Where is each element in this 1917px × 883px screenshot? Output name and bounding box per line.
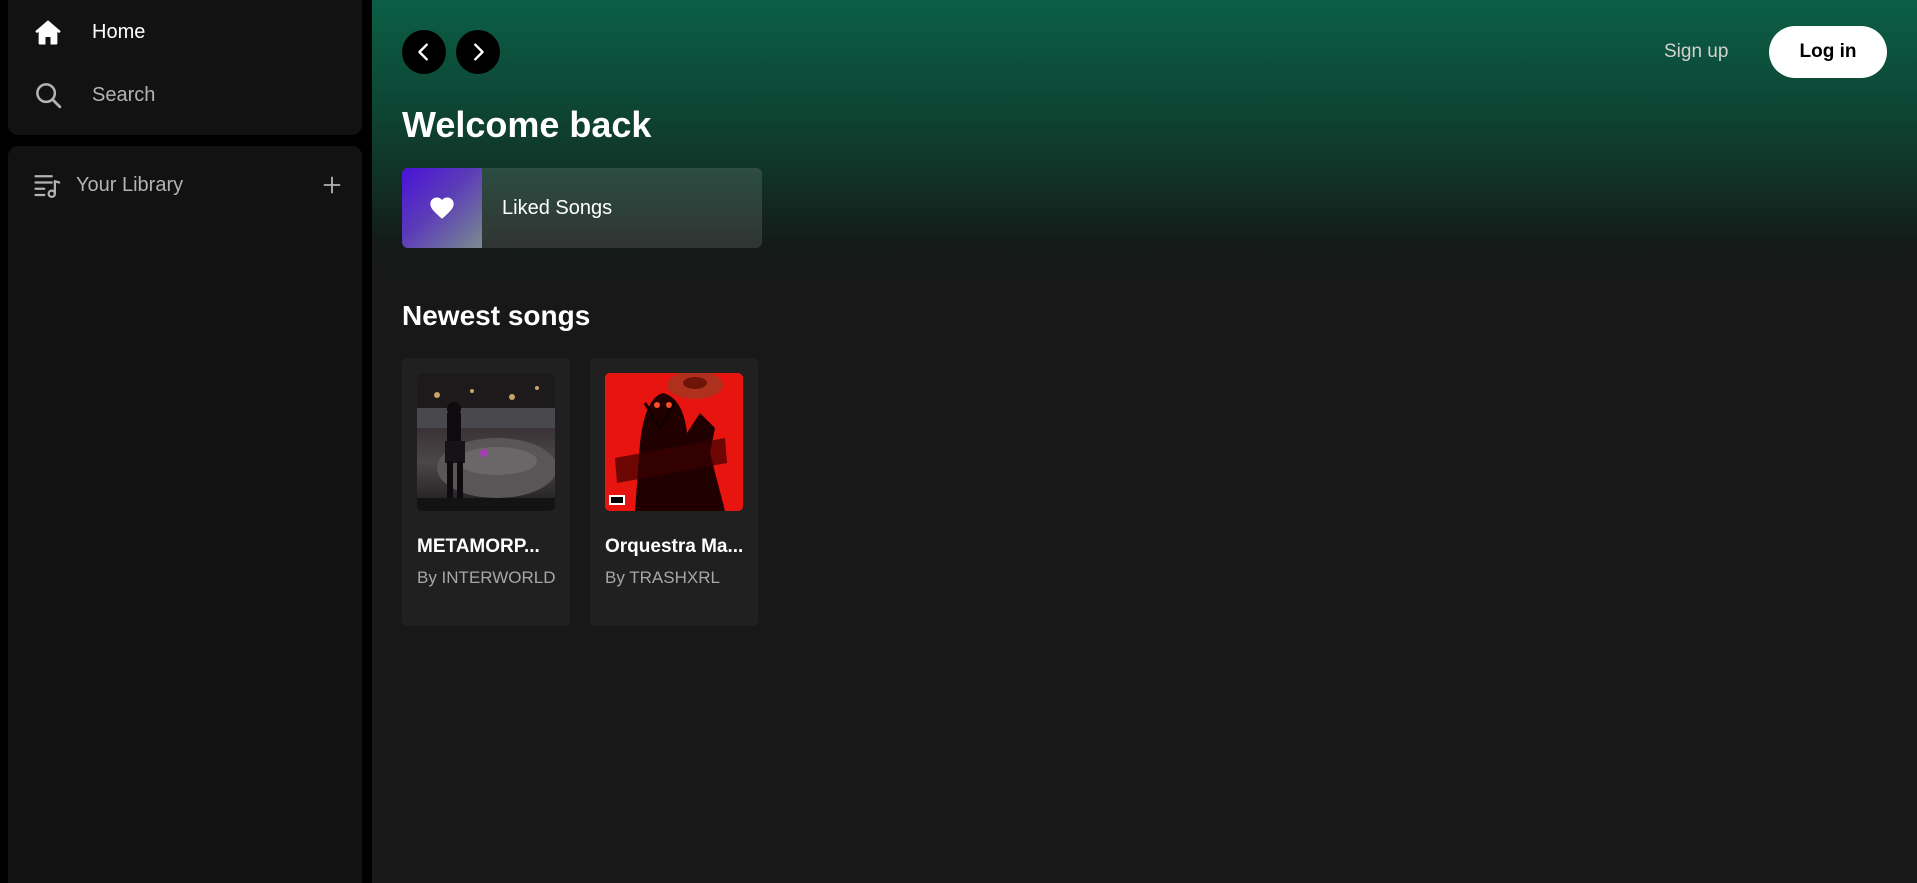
chevron-left-icon	[418, 43, 428, 61]
liked-songs-tile[interactable]: Liked Songs	[402, 168, 762, 248]
home-icon	[32, 16, 64, 48]
liked-songs-label: Liked Songs	[502, 196, 613, 219]
app-root: Home Search Your Library Sign up Log in …	[0, 0, 1917, 883]
back-button[interactable]	[402, 30, 446, 74]
plus-icon[interactable]	[316, 169, 348, 201]
sidebar: Home Search Your Library	[0, 0, 372, 883]
album-cover	[605, 373, 743, 511]
library-label: Your Library	[76, 173, 184, 196]
library-panel: Your Library	[8, 146, 362, 883]
page-title: Welcome back	[402, 104, 652, 145]
sidebar-nav: Home Search	[8, 0, 362, 135]
song-card[interactable]: Orquestra Ma... By TRASHXRL	[590, 358, 758, 626]
sidebar-item-label: Home	[92, 20, 146, 43]
sidebar-item-home[interactable]: Home	[32, 12, 332, 52]
signup-button[interactable]: Sign up	[1664, 40, 1728, 64]
main-content: Sign up Log in Welcome back Liked Songs …	[372, 0, 1917, 883]
chevron-right-icon	[474, 43, 484, 61]
search-icon	[32, 79, 64, 111]
heart-icon	[430, 197, 454, 219]
song-artist: By TRASHXRL	[605, 568, 720, 587]
library-header[interactable]: Your Library	[32, 165, 348, 205]
sidebar-item-search[interactable]: Search	[32, 75, 332, 115]
album-cover	[417, 373, 555, 511]
song-title: Orquestra Ma...	[605, 536, 744, 557]
song-title: METAMORP...	[417, 536, 540, 557]
forward-button[interactable]	[456, 30, 500, 74]
song-card[interactable]: METAMORP... By INTERWORLD	[402, 358, 570, 626]
library-icon	[32, 169, 64, 201]
liked-songs-art	[402, 168, 482, 248]
login-button[interactable]: Log in	[1769, 26, 1887, 78]
song-artist: By INTERWORLD	[417, 568, 556, 587]
sidebar-item-label: Search	[92, 83, 156, 106]
section-title: Newest songs	[402, 300, 591, 331]
